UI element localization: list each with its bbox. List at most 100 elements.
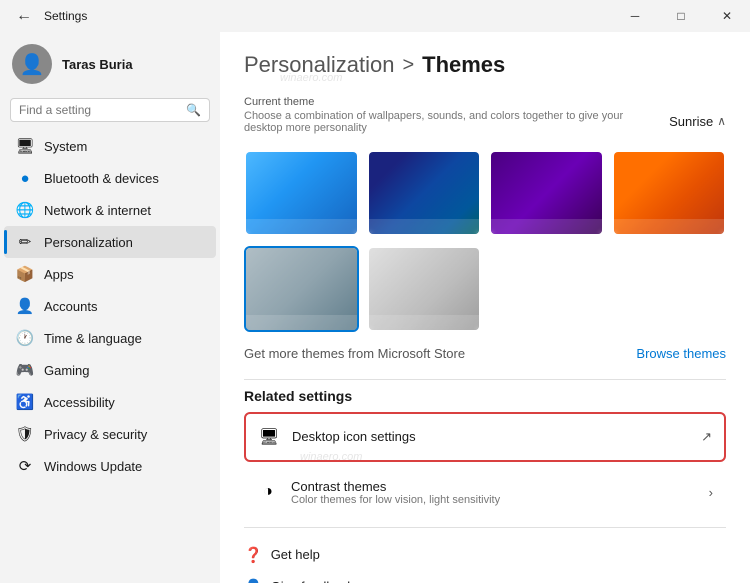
current-theme-section: Current theme Choose a combination of wa… (244, 96, 624, 146)
help-icon: ❓ (244, 546, 263, 564)
sidebar-item-gaming[interactable]: 🎮 Gaming (4, 354, 216, 386)
theme-image-1 (246, 152, 357, 234)
footer-links: ❓ Get help 👤 Give feedback (244, 536, 726, 583)
avatar: 👤 (12, 44, 52, 84)
sidebar-item-network[interactable]: 🌐 Network & internet (4, 194, 216, 226)
taskbar-bar (614, 219, 725, 234)
content-area: winaero.com winaero.com winaero.com Pers… (220, 32, 750, 583)
more-themes-text: Get more themes from Microsoft Store (244, 346, 465, 361)
nav-list: 🖥 System ● Bluetooth & devices 🌐 Network… (0, 130, 220, 482)
sidebar-item-label: Privacy & security (44, 427, 147, 442)
contrast-label: Contrast themes (291, 479, 697, 494)
update-icon: ⟳ (16, 457, 34, 475)
personalization-icon: ✏ (16, 233, 34, 251)
divider-1 (244, 379, 726, 380)
sidebar-item-label: Time & language (44, 331, 142, 346)
sidebar: 👤 Taras Buria 🔍 🖥 System ● Bluetooth & d… (0, 32, 220, 583)
sidebar-item-apps[interactable]: 📦 Apps (4, 258, 216, 290)
theme-image-5 (246, 248, 357, 330)
titlebar-left: ← Settings (12, 5, 87, 27)
theme-thumbnail-2[interactable] (367, 150, 482, 236)
sidebar-item-label: Accounts (44, 299, 97, 314)
titlebar-controls: ─ □ ✕ (612, 0, 750, 32)
contrast-icon: ◑ (257, 481, 279, 503)
accounts-icon: 👤 (16, 297, 34, 315)
taskbar-bar (246, 315, 357, 330)
taskbar-bar (369, 315, 480, 330)
theme-thumbnail-5[interactable] (244, 246, 359, 332)
apps-icon: 📦 (16, 265, 34, 283)
window-body: 👤 Taras Buria 🔍 🖥 System ● Bluetooth & d… (0, 32, 750, 583)
sidebar-item-privacy[interactable]: 🛡 Privacy & security (4, 418, 216, 450)
theme-thumbnail-6[interactable] (367, 246, 482, 332)
sidebar-item-label: Bluetooth & devices (44, 171, 159, 186)
search-box[interactable]: 🔍 (10, 98, 210, 122)
theme-image-2 (369, 152, 480, 234)
theme-thumbnail-4[interactable] (612, 150, 727, 236)
desktop-icon: 🖥 (258, 426, 280, 448)
external-link-icon: ↗ (701, 429, 712, 445)
user-name: Taras Buria (62, 57, 133, 72)
sidebar-item-personalization[interactable]: ✏ Personalization (4, 226, 216, 258)
chevron-right-icon: › (709, 485, 713, 500)
contrast-text: Contrast themes Color themes for low vis… (291, 479, 697, 506)
get-help-text: Get help (271, 547, 320, 562)
privacy-icon: 🛡 (16, 425, 34, 443)
taskbar-bar (491, 219, 602, 234)
maximize-button[interactable]: □ (658, 0, 704, 32)
taskbar-bar (369, 219, 480, 234)
theme-image-6 (369, 248, 480, 330)
sidebar-item-label: Gaming (44, 363, 90, 378)
browse-themes-link[interactable]: Browse themes (636, 346, 726, 361)
current-theme-name[interactable]: Sunrise ∧ (669, 114, 726, 129)
theme-image-3 (491, 152, 602, 234)
theme-thumbnail-3[interactable] (489, 150, 604, 236)
chevron-up-icon: ∧ (717, 114, 726, 128)
more-themes-row: Get more themes from Microsoft Store Bro… (244, 346, 726, 361)
desktop-icon-settings-item[interactable]: 🖥 Desktop icon settings ↗ (244, 412, 726, 462)
bluetooth-icon: ● (16, 169, 34, 187)
section-desc: Choose a combination of wallpapers, soun… (244, 110, 624, 134)
desktop-icon-label: Desktop icon settings (292, 429, 689, 444)
gaming-icon: 🎮 (16, 361, 34, 379)
user-profile[interactable]: 👤 Taras Buria (0, 32, 220, 94)
sidebar-item-update[interactable]: ⟳ Windows Update (4, 450, 216, 482)
contrast-desc: Color themes for low vision, light sensi… (291, 494, 697, 506)
related-settings-title: Related settings (244, 388, 726, 404)
sidebar-item-label: Accessibility (44, 395, 115, 410)
breadcrumb-parent[interactable]: Personalization (244, 52, 394, 78)
titlebar-title: Settings (44, 9, 87, 23)
feedback-icon: 👤 (244, 578, 263, 583)
sidebar-item-label: Network & internet (44, 203, 151, 218)
sidebar-item-time[interactable]: 🕐 Time & language (4, 322, 216, 354)
themes-grid-row2 (244, 246, 726, 332)
give-feedback-link[interactable]: 👤 Give feedback (244, 574, 726, 583)
close-button[interactable]: ✕ (704, 0, 750, 32)
network-icon: 🌐 (16, 201, 34, 219)
theme-image-4 (614, 152, 725, 234)
sidebar-item-label: System (44, 139, 87, 154)
get-help-link[interactable]: ❓ Get help (244, 542, 726, 568)
sidebar-item-accounts[interactable]: 👤 Accounts (4, 290, 216, 322)
breadcrumb-current: Themes (422, 52, 505, 78)
sidebar-item-bluetooth[interactable]: ● Bluetooth & devices (4, 162, 216, 194)
search-input[interactable] (19, 103, 180, 117)
breadcrumb-sep: > (402, 54, 414, 77)
sidebar-item-accessibility[interactable]: ♿ Accessibility (4, 386, 216, 418)
back-button[interactable]: ← (12, 5, 36, 27)
search-icon: 🔍 (186, 103, 201, 117)
theme-thumbnail-1[interactable] (244, 150, 359, 236)
contrast-themes-item[interactable]: ◑ Contrast themes Color themes for low v… (244, 466, 726, 519)
sidebar-item-system[interactable]: 🖥 System (4, 130, 216, 162)
titlebar: ← Settings ─ □ ✕ (0, 0, 750, 32)
system-icon: 🖥 (16, 137, 34, 155)
section-label: Current theme (244, 96, 624, 108)
theme-header: Current theme Choose a combination of wa… (244, 96, 726, 146)
sidebar-item-label: Personalization (44, 235, 133, 250)
time-icon: 🕐 (16, 329, 34, 347)
divider-2 (244, 527, 726, 528)
minimize-button[interactable]: ─ (612, 0, 658, 32)
desktop-icon-text: Desktop icon settings (292, 429, 689, 444)
accessibility-icon: ♿ (16, 393, 34, 411)
taskbar-bar (246, 219, 357, 234)
